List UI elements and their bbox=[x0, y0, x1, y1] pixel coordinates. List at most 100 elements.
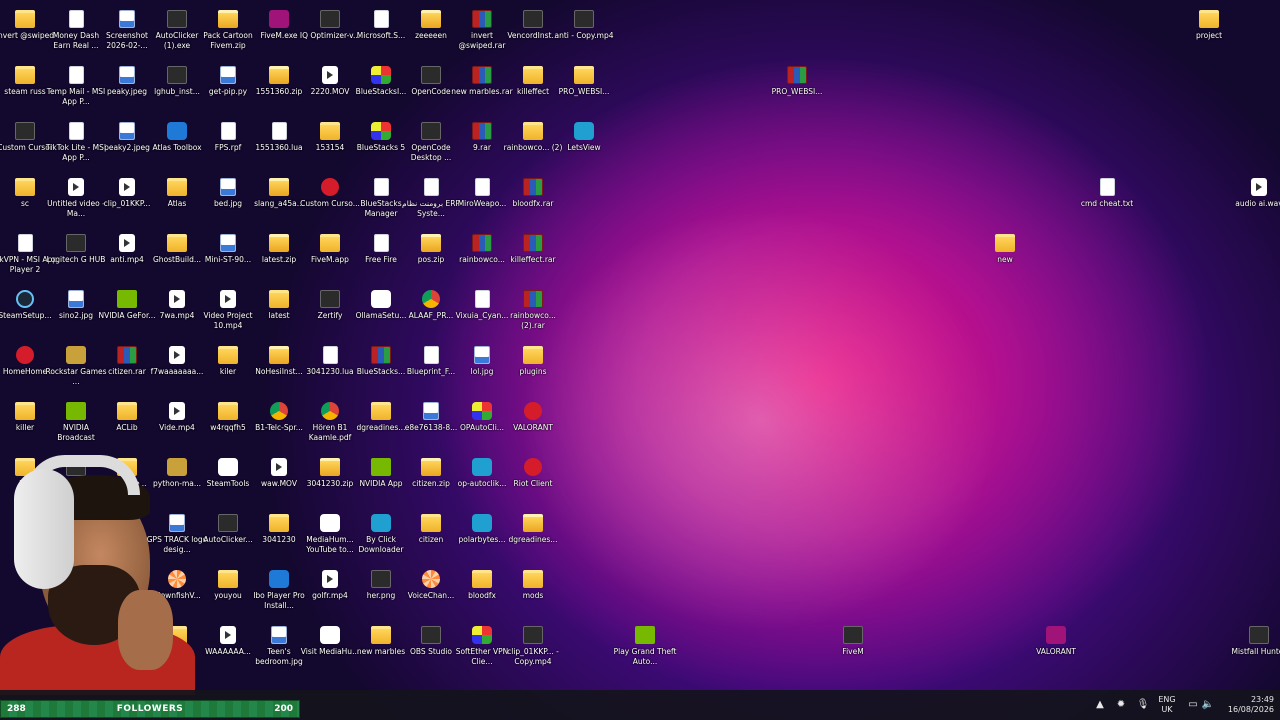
desktop-icon[interactable]: youyou bbox=[203, 564, 253, 620]
desktop-icon[interactable]: 3041230.zip bbox=[305, 452, 355, 508]
desktop-icon[interactable]: OPAutoCli... bbox=[457, 396, 507, 452]
desktop-icon[interactable]: Ibo Player Pro Install... bbox=[253, 564, 305, 620]
desktop-icon[interactable]: killer bbox=[0, 396, 50, 452]
desktop-icon[interactable]: NVIDIA Broadcast bbox=[51, 396, 101, 452]
desktop-icon[interactable]: Play Grand Theft Auto... bbox=[614, 620, 676, 676]
desktop-icon[interactable]: rainbowco... bbox=[457, 228, 507, 284]
desktop-icon[interactable]: Untitled video - Ma... bbox=[47, 172, 105, 228]
desktop-icon[interactable]: bloodfx.rar bbox=[508, 172, 558, 228]
desktop-icon[interactable]: B1-Telc-Spr... bbox=[254, 396, 304, 452]
desktop-icon[interactable]: AutoClicker (1).exe bbox=[152, 4, 202, 60]
desktop-icon[interactable]: bed.jpg bbox=[203, 172, 253, 228]
chevron-up-icon[interactable]: ▲ bbox=[1093, 698, 1107, 712]
desktop-icon[interactable]: HomeHome bbox=[0, 340, 50, 396]
desktop-icon[interactable]: e8e76138-8... bbox=[405, 396, 457, 452]
desktop-icon[interactable]: op-autoclik... bbox=[457, 452, 507, 508]
desktop-icon[interactable]: clip_01KKP... - Copy.mp4 bbox=[507, 620, 559, 676]
desktop-icon[interactable]: Pack Cartoon Fivem.zip bbox=[203, 4, 253, 60]
desktop-icon[interactable]: Rockstar Games ... bbox=[45, 340, 107, 396]
desktop-icon[interactable]: slang_a45a... bbox=[254, 172, 304, 228]
desktop-icon[interactable]: invert @swiped.rar bbox=[457, 4, 507, 60]
desktop-icon[interactable]: برومنت نظام ERP Syste... bbox=[402, 172, 460, 228]
desktop-icon[interactable]: 7wa.mp4 bbox=[152, 284, 202, 340]
desktop-icon[interactable]: AutoClicker... bbox=[203, 508, 253, 564]
desktop-icon[interactable]: VoiceChan... bbox=[406, 564, 456, 620]
desktop-icon[interactable]: Vide.mp4 bbox=[152, 396, 202, 452]
desktop-icon[interactable]: WAAAAAA... bbox=[203, 620, 253, 676]
desktop-icon[interactable]: citizen bbox=[406, 508, 456, 564]
desktop-icon[interactable]: rainbowco... (2) bbox=[504, 116, 562, 172]
desktop-icon[interactable]: NoHesiInst... bbox=[254, 340, 304, 396]
desktop-icon[interactable]: w4rqqfh5 bbox=[203, 396, 253, 452]
desktop-icon[interactable]: new bbox=[980, 228, 1030, 284]
microphone-icon[interactable]: 🎙 bbox=[1136, 698, 1150, 712]
desktop-icon[interactable]: waw.MOV bbox=[254, 452, 304, 508]
desktop-icon[interactable]: new marbles.rar bbox=[451, 60, 513, 116]
desktop-icon[interactable]: SoftEther VPN Clie... bbox=[456, 620, 508, 676]
desktop-icon[interactable]: project bbox=[1184, 4, 1234, 60]
desktop-icon[interactable]: steam russ bbox=[0, 60, 50, 116]
desktop-icon[interactable]: LetsView bbox=[559, 116, 609, 172]
desktop-icon[interactable]: OpenCode bbox=[406, 60, 456, 116]
desktop-icon[interactable]: GhostBuild... bbox=[152, 228, 202, 284]
speaker-icon[interactable]: 🔈 bbox=[1201, 698, 1215, 712]
desktop-icon[interactable]: 9.rar bbox=[457, 116, 507, 172]
desktop-icon[interactable]: SteamTools bbox=[203, 452, 253, 508]
desktop-icon[interactable]: PRO_WEBSI... bbox=[559, 60, 609, 116]
desktop-icon[interactable]: FiveM.exe bbox=[254, 4, 304, 60]
desktop-icon[interactable]: SteamSetup... bbox=[0, 284, 52, 340]
desktop-icon[interactable]: get-pip.py bbox=[203, 60, 253, 116]
desktop-icon[interactable]: invert @swiped bbox=[0, 4, 54, 60]
desktop-icon[interactable]: Custom Curso... bbox=[300, 172, 360, 228]
desktop-icon[interactable]: Atlas bbox=[152, 172, 202, 228]
desktop-icon[interactable]: audio ai.wav bbox=[1234, 172, 1280, 228]
desktop-icon[interactable]: plugins bbox=[508, 340, 558, 396]
desktop-icon[interactable]: f7waaaaaaa... bbox=[151, 340, 203, 396]
desktop-icon[interactable]: anti - Copy.mp4 bbox=[554, 4, 614, 60]
desktop-icon[interactable]: Visit MediaHu... bbox=[301, 620, 359, 676]
desktop-icon[interactable]: Custom Cursor bbox=[0, 116, 53, 172]
desktop-icon[interactable]: MediaHum... YouTube to... bbox=[305, 508, 355, 564]
desktop-icon[interactable]: polarbytes... bbox=[457, 508, 507, 564]
desktop-icon[interactable]: latest bbox=[254, 284, 304, 340]
desktop-icon[interactable]: FiveM bbox=[828, 620, 878, 676]
desktop-icon[interactable]: killeffect bbox=[508, 60, 558, 116]
desktop-icon[interactable]: 1551360.lua bbox=[254, 116, 304, 172]
language-indicator[interactable]: ENG UK bbox=[1155, 695, 1179, 715]
desktop-icon[interactable]: 2220.MOV bbox=[305, 60, 355, 116]
desktop-icon[interactable]: Blueprint_F... bbox=[406, 340, 456, 396]
desktop-icon[interactable]: FPS.rpf bbox=[203, 116, 253, 172]
clock[interactable]: 23:49 16/08/2026 bbox=[1220, 695, 1274, 715]
desktop-icon[interactable]: Atlas Toolbox bbox=[152, 116, 202, 172]
desktop-icon[interactable]: dgreadines... bbox=[508, 508, 558, 564]
desktop-icon[interactable]: lghub_inst... bbox=[152, 60, 202, 116]
desktop-icon[interactable]: OBS Studio bbox=[406, 620, 456, 676]
desktop-icon[interactable]: Mistfall Hunter bbox=[1232, 620, 1280, 676]
desktop-icon[interactable]: Hören B1 Kaamle.pdf bbox=[305, 396, 355, 452]
desktop-icon[interactable]: pos.zip bbox=[406, 228, 456, 284]
desktop-icon[interactable]: golfr.mp4 bbox=[305, 564, 355, 620]
desktop-icon[interactable]: 1551360.zip bbox=[254, 60, 304, 116]
desktop-icon[interactable]: sc bbox=[0, 172, 50, 228]
desktop-icon[interactable]: latest.zip bbox=[254, 228, 304, 284]
desktop-icon[interactable]: rainbowco... (2).rar bbox=[508, 284, 558, 340]
desktop-icon[interactable]: 3041230.lua bbox=[305, 340, 355, 396]
desktop-icon[interactable]: VALORANT bbox=[1031, 620, 1081, 676]
desktop-icon[interactable]: Riot Client bbox=[508, 452, 558, 508]
desktop-icon[interactable]: bloodfx bbox=[457, 564, 507, 620]
desktop-icon[interactable]: PRO_WEBSI... bbox=[772, 60, 822, 116]
desktop-icon[interactable]: VencordInst... bbox=[507, 4, 559, 60]
desktop-icon[interactable]: Logitech G HUB bbox=[47, 228, 105, 284]
network-icon[interactable]: ▭ bbox=[1186, 698, 1200, 712]
desktop-icon[interactable]: citizen.zip bbox=[406, 452, 456, 508]
desktop-icon[interactable]: kiler bbox=[203, 340, 253, 396]
gear-icon[interactable]: ✹ bbox=[1114, 698, 1128, 712]
desktop-icon[interactable]: 3041230 bbox=[254, 508, 304, 564]
desktop-icon[interactable]: Temp Mail - MSI App P... bbox=[47, 60, 105, 116]
desktop-icon[interactable]: TikTok Lite - MSI App P... bbox=[46, 116, 106, 172]
desktop-icon[interactable]: FiveM.app bbox=[305, 228, 355, 284]
desktop-icon[interactable]: Zertify bbox=[305, 284, 355, 340]
desktop-icon[interactable]: killeffect.rar bbox=[508, 228, 558, 284]
desktop-icon[interactable]: IQ Optimizer-v... bbox=[300, 4, 360, 60]
desktop-icon[interactable]: Video Project 10.mp4 bbox=[203, 284, 253, 340]
